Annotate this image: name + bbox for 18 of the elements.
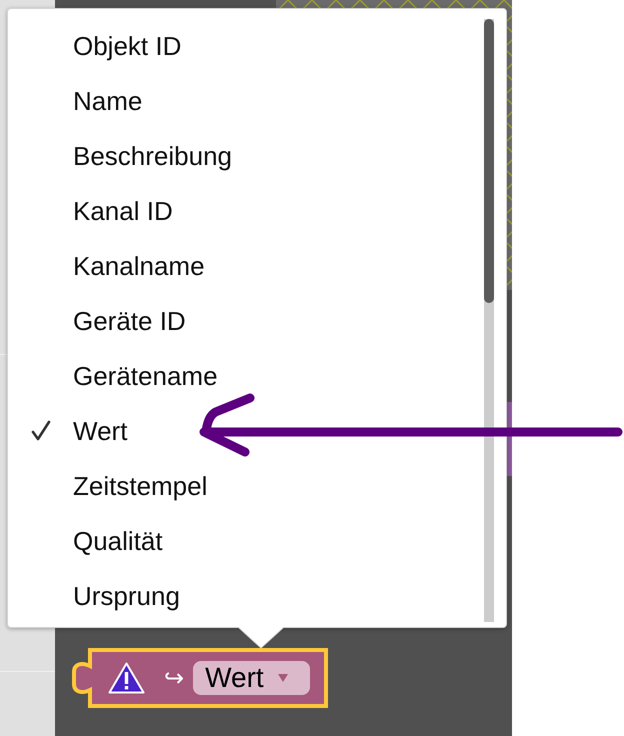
menu-item[interactable]: Name xyxy=(8,73,152,128)
menu-item[interactable]: Geräte ID xyxy=(8,293,196,348)
value-dropdown[interactable]: Wert xyxy=(193,661,310,695)
menu-item[interactable]: Kanal ID xyxy=(8,183,183,238)
scrollbar-track[interactable] xyxy=(484,19,494,622)
warning-icon[interactable] xyxy=(108,662,145,694)
menu-item[interactable]: Kanalname xyxy=(8,238,215,293)
caret-icon xyxy=(278,674,288,682)
menu-item[interactable]: Wert xyxy=(8,403,138,458)
menu-item[interactable]: Ursprung xyxy=(8,568,190,623)
menu-item[interactable]: Beschreibung xyxy=(8,128,242,183)
return-arrow: ↪ xyxy=(164,666,184,690)
menu-item[interactable]: Zeitstempel xyxy=(8,458,218,513)
code-block[interactable]: ↪ Wert xyxy=(70,646,328,708)
menu-item[interactable]: Gerätename xyxy=(8,348,228,403)
scrollbar-thumb[interactable] xyxy=(484,19,494,303)
menu-item[interactable]: Qualität xyxy=(8,513,173,568)
menu-item[interactable]: Objekt ID xyxy=(8,18,192,73)
